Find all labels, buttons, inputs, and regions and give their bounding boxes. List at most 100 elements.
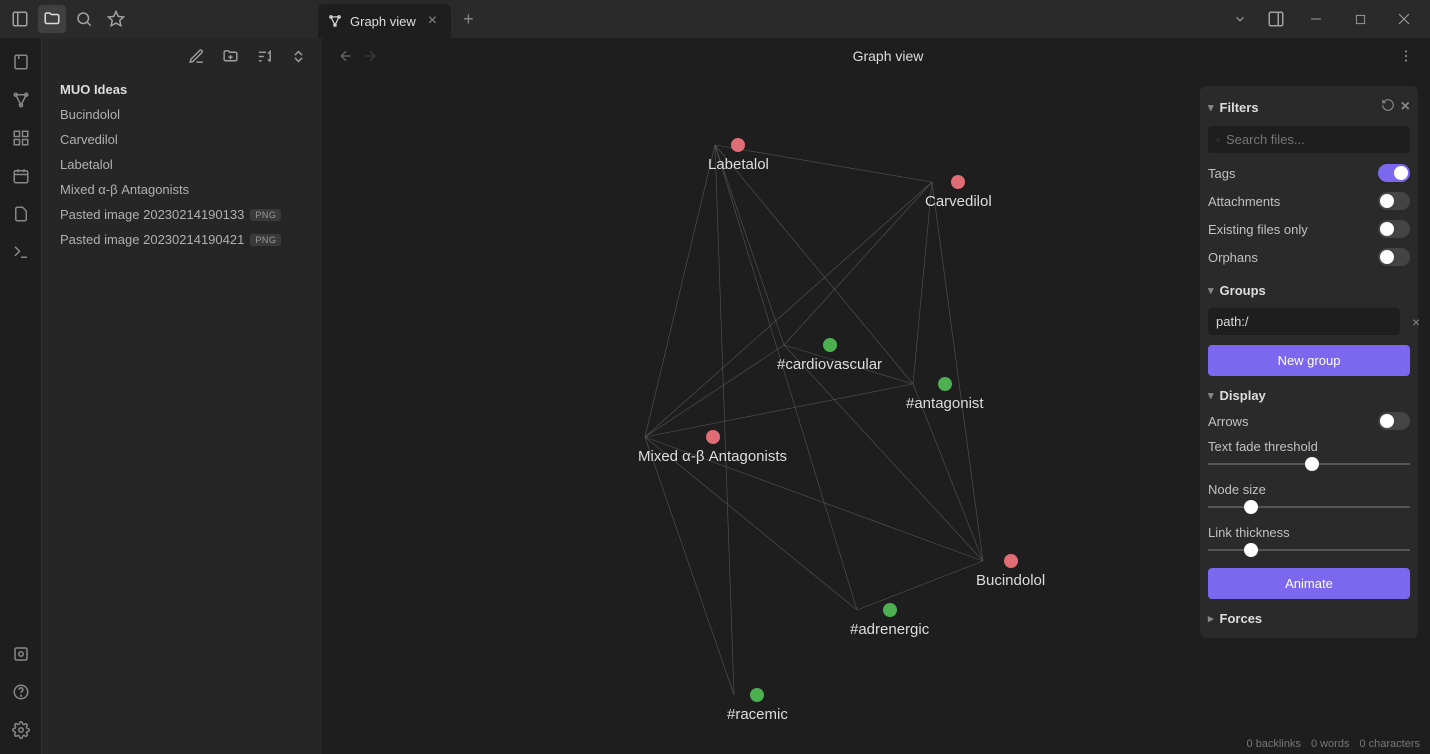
display-title: Display [1220, 388, 1266, 403]
settings-icon[interactable] [7, 716, 35, 744]
file-badge: PNG [250, 209, 281, 221]
file-name: Bucindolol [60, 107, 120, 122]
attachments-toggle-label: Attachments [1208, 194, 1280, 209]
forces-header[interactable]: ▸Forces [1208, 607, 1410, 630]
text-fade-slider[interactable] [1208, 456, 1410, 472]
graph-node[interactable]: Carvedilol [925, 175, 992, 210]
content-area: Graph view Labetalol Carvedilol #cardiovas… [322, 38, 1430, 754]
file-name: Carvedilol [60, 132, 118, 147]
node-dot [951, 175, 965, 189]
ribbon [0, 38, 42, 754]
graph-node[interactable]: #antagonist [906, 377, 984, 412]
node-dot [1004, 554, 1018, 568]
file-item[interactable]: Bucindolol [50, 103, 314, 126]
more-options-icon[interactable] [1394, 44, 1418, 68]
calendar-icon[interactable] [7, 162, 35, 190]
existing-files-toggle[interactable] [1378, 220, 1410, 238]
sidebar-toggle-icon[interactable] [6, 5, 34, 33]
arrows-toggle[interactable] [1378, 412, 1410, 430]
file-item[interactable]: Pasted image 20230214190421 PNG [50, 228, 314, 251]
nav-back-icon[interactable] [334, 44, 358, 68]
tags-toggle[interactable] [1378, 164, 1410, 182]
node-dot [731, 138, 745, 152]
nav-forward-icon[interactable] [358, 44, 382, 68]
star-icon[interactable] [102, 5, 130, 33]
new-folder-icon[interactable] [218, 44, 242, 68]
graph-node[interactable]: #cardiovascular [777, 338, 882, 373]
file-name: Pasted image 20230214190421 [60, 232, 244, 247]
right-sidebar-toggle-icon[interactable] [1262, 5, 1290, 33]
node-label: Carvedilol [925, 193, 992, 210]
graph-node[interactable]: Mixed α-β Antagonists [638, 430, 787, 465]
file-badge: PNG [250, 234, 281, 246]
file-name: Mixed α-β Antagonists [60, 182, 189, 197]
node-size-label: Node size [1208, 478, 1410, 499]
sort-icon[interactable] [252, 44, 276, 68]
status-words: 0 words [1311, 738, 1350, 750]
titlebar: Graph view × + [0, 0, 1430, 38]
tab-label: Graph view [350, 14, 416, 29]
forces-title: Forces [1220, 611, 1263, 626]
node-label: Bucindolol [976, 572, 1045, 589]
file-item[interactable]: Mixed α-β Antagonists [50, 178, 314, 201]
vault-name: MUO Ideas [60, 82, 127, 97]
file-item[interactable]: Labetalol [50, 153, 314, 176]
new-note-icon[interactable] [184, 44, 208, 68]
reset-icon[interactable] [1381, 98, 1395, 116]
filter-search-input[interactable] [1226, 132, 1402, 147]
node-dot [938, 377, 952, 391]
quick-switcher-icon[interactable] [7, 48, 35, 76]
groups-title: Groups [1220, 283, 1266, 298]
new-group-button[interactable]: New group [1208, 345, 1410, 376]
command-icon[interactable] [7, 238, 35, 266]
window-maximize-icon[interactable] [1342, 5, 1378, 33]
graph-ribbon-icon[interactable] [7, 86, 35, 114]
window-minimize-icon[interactable] [1298, 5, 1334, 33]
tab-graph-view[interactable]: Graph view × [318, 4, 451, 38]
chevron-down-icon[interactable] [1226, 5, 1254, 33]
view-title: Graph view [853, 48, 924, 64]
node-dot [883, 603, 897, 617]
tab-close-icon[interactable]: × [424, 12, 441, 30]
graph-node[interactable]: Bucindolol [976, 554, 1045, 589]
files-icon[interactable] [7, 200, 35, 228]
node-size-slider[interactable] [1208, 499, 1410, 515]
tags-toggle-label: Tags [1208, 166, 1235, 181]
graph-node[interactable]: #adrenergic [850, 603, 929, 638]
graph-node[interactable]: Labetalol [708, 138, 769, 173]
collapse-icon[interactable] [286, 44, 310, 68]
animate-button[interactable]: Animate [1208, 568, 1410, 599]
folder-icon[interactable] [38, 5, 66, 33]
existing-toggle-label: Existing files only [1208, 222, 1308, 237]
canvas-icon[interactable] [7, 124, 35, 152]
link-thickness-label: Link thickness [1208, 521, 1410, 542]
graph-canvas[interactable]: Labetalol Carvedilol #cardiovascular #antag… [322, 74, 1430, 754]
file-item[interactable]: Pasted image 20230214190133PNG [50, 203, 314, 226]
status-chars: 0 characters [1359, 738, 1420, 750]
node-dot [823, 338, 837, 352]
close-panel-icon[interactable]: × [1401, 98, 1410, 116]
window-close-icon[interactable] [1386, 5, 1422, 33]
node-dot [750, 688, 764, 702]
new-tab-button[interactable]: + [451, 9, 486, 30]
orphans-toggle-label: Orphans [1208, 250, 1258, 265]
file-tree: MUO Ideas Bucindolol Carvedilol Labetalol M… [42, 74, 322, 257]
link-thickness-slider[interactable] [1208, 542, 1410, 558]
group-query-input[interactable] [1208, 308, 1400, 335]
help-icon[interactable] [7, 678, 35, 706]
search-icon [1216, 133, 1220, 147]
vault-header[interactable]: MUO Ideas [50, 78, 314, 101]
search-icon[interactable] [70, 5, 98, 33]
vault-icon[interactable] [7, 640, 35, 668]
file-item[interactable]: Carvedilol [50, 128, 314, 151]
graph-node[interactable]: #racemic [727, 688, 788, 723]
filters-header[interactable]: ▾ Filters × [1208, 94, 1410, 120]
groups-header[interactable]: ▾Groups [1208, 279, 1410, 302]
filter-search[interactable] [1208, 126, 1410, 153]
attachments-toggle[interactable] [1378, 192, 1410, 210]
orphans-toggle[interactable] [1378, 248, 1410, 266]
node-label: #adrenergic [850, 621, 929, 638]
remove-group-icon[interactable]: × [1412, 314, 1420, 330]
arrows-toggle-label: Arrows [1208, 414, 1248, 429]
display-header[interactable]: ▾Display [1208, 384, 1410, 407]
